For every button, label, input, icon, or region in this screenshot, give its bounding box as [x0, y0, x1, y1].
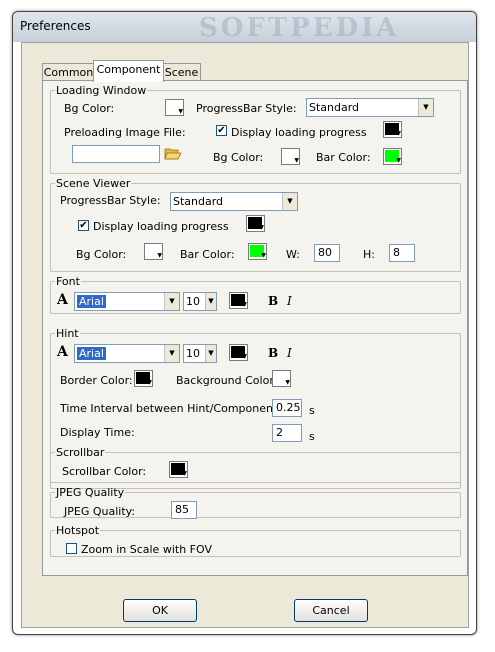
jpeg-quality-label: JPEG Quality:	[64, 505, 136, 518]
loading-bg-color2-button[interactable]: ▼	[281, 148, 300, 165]
scene-width-input[interactable]: 80	[314, 244, 340, 262]
scene-height-input[interactable]: 8	[389, 244, 415, 262]
hint-legend: Hint	[56, 327, 79, 340]
window-title: Preferences	[20, 19, 91, 33]
preloading-image-input[interactable]	[72, 145, 160, 163]
scene-progressbar-style-select[interactable]: Standard ▼	[170, 192, 298, 211]
hint-font-family-value: Arial	[77, 347, 106, 360]
italic-button[interactable]: I	[287, 294, 292, 308]
scrollbar-color-label: Scrollbar Color:	[62, 465, 147, 478]
hint-font-family-select[interactable]: Arial ▼	[74, 344, 180, 363]
chevron-down-icon[interactable]: ▼	[205, 293, 216, 310]
scene-viewer-legend: Scene Viewer	[56, 177, 131, 190]
dropdown-arrow-icon: ▼	[147, 379, 152, 386]
jpeg-quality-legend: JPEG Quality	[56, 486, 125, 499]
tab-scene[interactable]: Scene	[162, 63, 201, 81]
font-icon: A	[57, 292, 68, 308]
loading-bar-color-button[interactable]: ▼	[383, 148, 402, 165]
hint-interval-unit: s	[309, 404, 315, 417]
loading-bg-color-label: Bg Color:	[64, 102, 115, 115]
scrollbar-legend: Scrollbar	[56, 446, 105, 459]
scene-display-progress-label: Display loading progress	[93, 220, 229, 233]
zoom-fov-checkbox[interactable]	[66, 543, 77, 554]
scene-display-progress-checkbox[interactable]: ✔	[78, 220, 89, 231]
scrollbar-color-button[interactable]: ▼	[169, 461, 188, 478]
folder-open-icon[interactable]	[164, 146, 182, 164]
dropdown-arrow-icon: ▼	[182, 470, 187, 477]
loading-display-progress-checkbox[interactable]: ✔	[216, 125, 227, 136]
hint-display-time-input[interactable]: 2	[272, 424, 302, 442]
dropdown-arrow-icon: ▼	[396, 157, 401, 164]
tab-common[interactable]: Common	[42, 63, 95, 81]
hint-font-icon: A	[57, 344, 68, 360]
zoom-fov-label: Zoom in Scale with FOV	[81, 543, 212, 556]
preferences-window: SOFTPEDIA Preferences Common Component S…	[12, 11, 477, 635]
chevron-down-icon[interactable]: ▼	[418, 99, 433, 116]
loading-progressbar-style-select[interactable]: Standard ▼	[306, 98, 434, 117]
dropdown-arrow-icon: ▼	[396, 130, 401, 137]
font-family-value: Arial	[77, 295, 106, 308]
loading-bg-color-button[interactable]: ▼	[165, 99, 184, 116]
title-bar[interactable]: SOFTPEDIA Preferences	[13, 12, 476, 43]
loading-display-progress-label: Display loading progress	[231, 126, 367, 139]
chevron-down-icon[interactable]: ▼	[164, 293, 179, 310]
dropdown-arrow-icon: ▼	[261, 252, 266, 259]
scene-progressbar-style-value: Standard	[173, 195, 224, 208]
dialog-client: Common Component Scene Loading Window Bg…	[21, 42, 469, 628]
hint-background-color-label: Background Color:	[176, 374, 278, 387]
hint-display-time-unit: s	[309, 430, 315, 443]
font-color-button[interactable]: ▼	[229, 292, 248, 309]
hotspot-legend: Hotspot	[56, 524, 100, 537]
hint-border-color-label: Border Color:	[60, 374, 133, 387]
hint-bold-button[interactable]: B	[268, 346, 278, 360]
hint-display-time-label: Display Time:	[60, 426, 135, 439]
loading-progressbar-style-label: ProgressBar Style:	[196, 102, 297, 115]
chevron-down-icon[interactable]: ▼	[282, 193, 297, 210]
hint-italic-button[interactable]: I	[287, 346, 292, 360]
scene-width-label: W:	[286, 248, 300, 261]
loading-progressbar-style-value: Standard	[309, 101, 360, 114]
loading-window-legend: Loading Window	[56, 84, 147, 97]
chevron-down-icon[interactable]: ▼	[164, 345, 179, 362]
scene-height-label: H:	[363, 248, 375, 261]
loading-bar-color-label: Bar Color:	[316, 151, 371, 164]
watermark-logo: SOFTPEDIA	[199, 13, 400, 43]
scene-bar-color-label: Bar Color:	[180, 248, 235, 261]
scene-bar-color-button[interactable]: ▼	[248, 243, 267, 260]
loading-bg-color2-label: Bg Color:	[213, 151, 264, 164]
scene-progressbar-style-label: ProgressBar Style:	[60, 194, 161, 207]
jpeg-quality-input[interactable]: 85	[171, 501, 197, 519]
dropdown-arrow-icon: ▼	[294, 157, 299, 164]
font-family-select[interactable]: Arial ▼	[74, 292, 180, 311]
hint-background-color-button[interactable]: ▼	[272, 370, 291, 387]
hint-border-color-button[interactable]: ▼	[134, 370, 153, 387]
dropdown-arrow-icon: ▼	[178, 108, 183, 115]
bold-button[interactable]: B	[268, 294, 278, 308]
hint-interval-label: Time Interval between Hint/Component:	[60, 402, 281, 415]
dropdown-arrow-icon: ▼	[259, 224, 264, 231]
font-size-value: 10	[186, 295, 200, 308]
dropdown-arrow-icon: ▼	[285, 379, 290, 386]
dropdown-arrow-icon: ▼	[242, 353, 247, 360]
scene-bg-color-label: Bg Color:	[76, 248, 127, 261]
hint-font-size-select[interactable]: 10 ▼	[183, 344, 217, 363]
hint-interval-input[interactable]: 0.25	[272, 399, 302, 417]
chevron-down-icon[interactable]: ▼	[205, 345, 216, 362]
cancel-button[interactable]: Cancel	[294, 599, 368, 622]
hint-font-color-button[interactable]: ▼	[229, 344, 248, 361]
scene-bg-color-button[interactable]: ▼	[144, 243, 163, 260]
hint-font-size-value: 10	[186, 347, 200, 360]
preloading-image-label: Preloading Image File:	[64, 126, 186, 139]
font-size-select[interactable]: 10 ▼	[183, 292, 217, 311]
loading-progress-color-button[interactable]: ▼	[383, 121, 402, 138]
dropdown-arrow-icon: ▼	[157, 252, 162, 259]
component-panel: Loading Window Bg Color: ▼ ProgressBar S…	[42, 80, 468, 576]
dropdown-arrow-icon: ▼	[242, 301, 247, 308]
font-legend: Font	[56, 275, 80, 288]
tab-component[interactable]: Component	[93, 60, 164, 82]
scene-progress-color-button[interactable]: ▼	[246, 215, 265, 232]
ok-button[interactable]: OK	[123, 599, 197, 622]
